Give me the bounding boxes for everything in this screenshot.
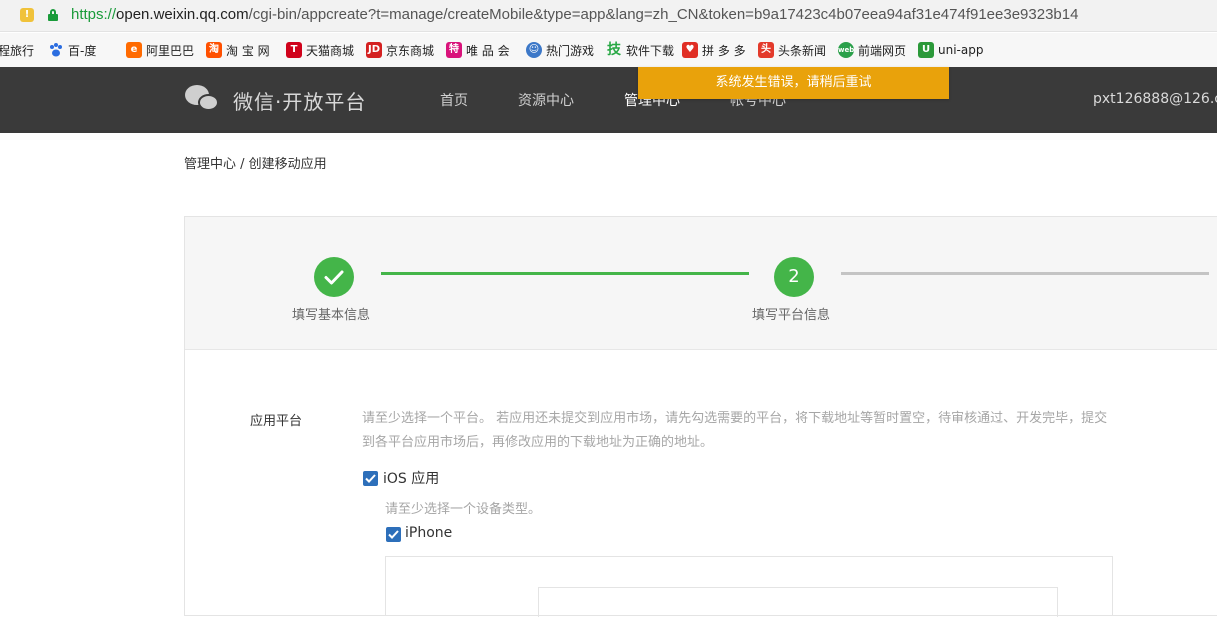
browser-address-bar[interactable]: ! https://open.weixin.qq.com/cgi-bin/app…: [0, 0, 1217, 32]
step-2-label: 填写平台信息: [752, 308, 831, 323]
step-2-number: 2: [774, 257, 814, 297]
jd-icon: JD: [366, 42, 382, 58]
nav-resource-center[interactable]: 资源中心: [518, 67, 574, 133]
wechat-open-platform-logo[interactable]: 微信·开放平台: [185, 85, 366, 115]
bookmark-item[interactable]: e 阿里巴巴: [126, 40, 194, 60]
vip-icon: 特: [446, 42, 462, 58]
pinduoduo-icon: ♥: [682, 42, 698, 58]
url-text[interactable]: https://open.weixin.qq.com/cgi-bin/appcr…: [71, 6, 1078, 23]
platform-hint: 请至少选择一个平台。 若应用还未提交到应用市场，请先勾选需要的平台，将下载地址等…: [362, 411, 1108, 450]
tmall-icon: T: [286, 42, 302, 58]
iphone-settings-box: [385, 556, 1113, 617]
step-connector-pending: [841, 272, 1209, 275]
frontend-icon: web: [838, 42, 854, 58]
baidu-paw-icon: [48, 42, 64, 58]
warning-icon[interactable]: !: [20, 8, 34, 22]
bookmarks-bar: 程旅行 百-度 e 阿里巴巴 淘淘 宝 网 T 天猫商城 JD 京东商城 特唯 品 会…: [0, 33, 1217, 67]
step-connector-done: [381, 272, 749, 275]
iphone-checkbox-label[interactable]: iPhone: [405, 525, 452, 541]
bookmark-item[interactable]: 百-度: [48, 40, 112, 60]
game-icon: ☺: [526, 42, 542, 58]
uniapp-icon: U: [918, 42, 934, 58]
url-scheme: https://: [71, 6, 117, 23]
bookmark-item[interactable]: ♥ 拼 多 多: [682, 40, 748, 60]
nav-home[interactable]: 首页: [440, 67, 468, 133]
lock-icon: [48, 9, 58, 21]
step-1-label: 填写基本信息: [292, 308, 371, 323]
breadcrumb: 管理中心 / 创建移动应用: [184, 157, 327, 172]
bookmark-item[interactable]: web 前端网页: [838, 40, 906, 60]
ios-checkbox[interactable]: [363, 471, 378, 486]
bookmark-item[interactable]: Uuni-app: [918, 40, 988, 60]
taobao-icon: 淘: [206, 42, 222, 58]
bookmark-item[interactable]: 特唯 品 会: [446, 40, 514, 60]
software-icon: 技: [607, 42, 621, 58]
create-app-panel: 2 填写基本信息 填写平台信息 应用平台 请至少选择一个平台。 若应用还未提交到…: [184, 216, 1217, 617]
iphone-input-area: [538, 587, 1058, 617]
user-account[interactable]: pxt126888@126.com: [1093, 91, 1217, 107]
bookmark-item[interactable]: 淘淘 宝 网: [206, 40, 274, 60]
wechat-logo-icon: [185, 85, 221, 115]
bookmark-item[interactable]: 程旅行: [0, 40, 42, 60]
iphone-checkbox[interactable]: [386, 527, 401, 542]
error-toast: 系统发生错误，请稍后重试: [638, 67, 949, 99]
logo-text: 微信·开放平台: [233, 89, 367, 114]
platform-field-label: 应用平台: [250, 414, 303, 429]
step-1-check-icon: [314, 257, 354, 297]
site-header: 微信·开放平台 首页 资源中心 管理中心 帐号中心 pxt126888@126.…: [0, 67, 1217, 133]
ios-checkbox-label[interactable]: iOS 应用: [383, 468, 439, 488]
bookmark-item[interactable]: T 天猫商城: [286, 40, 354, 60]
alibaba-icon: e: [126, 42, 142, 58]
bookmark-item[interactable]: 头头条新闻: [758, 40, 826, 60]
url-path: /cgi-bin/appcreate?t=manage/createMobile…: [248, 6, 1079, 23]
device-type-hint: 请至少选择一个设备类型。: [385, 502, 542, 517]
bookmark-item[interactable]: ☺ 热门游戏: [526, 40, 594, 60]
toutiao-icon: 头: [758, 42, 774, 58]
url-host: open.weixin.qq.com: [116, 6, 249, 23]
progress-steps: 2 填写基本信息 填写平台信息: [185, 217, 1217, 350]
bookmark-item[interactable]: 技软件下载: [606, 40, 674, 60]
bookmark-item[interactable]: JD 京东商城: [366, 40, 434, 60]
